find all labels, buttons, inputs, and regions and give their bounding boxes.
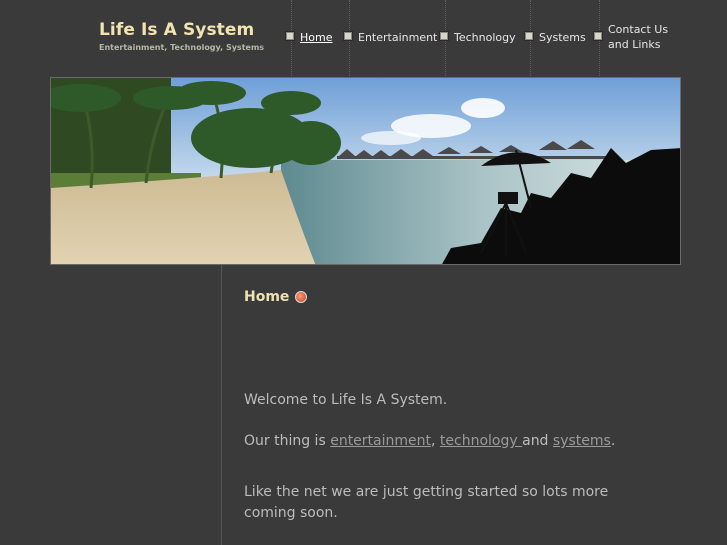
thing-separator: and: [522, 433, 553, 449]
nav-link-entertainment[interactable]: Entertainment: [358, 30, 437, 45]
nav-item-entertainment[interactable]: Entertainment: [343, 30, 437, 45]
nav-link-systems[interactable]: Systems: [539, 30, 586, 45]
nav-link-technology[interactable]: Technology: [454, 30, 516, 45]
thing-paragraph: Our thing is entertainment, technology a…: [244, 431, 664, 452]
square-bullet-icon: [285, 31, 295, 41]
red-circle-icon: [295, 291, 308, 303]
main-nav: Home Entertainment Technology Systems Co…: [0, 0, 727, 76]
nav-item-home[interactable]: Home: [285, 30, 332, 45]
nav-item-technology[interactable]: Technology: [439, 30, 516, 45]
intro-paragraph: Welcome to Life Is A System.: [244, 392, 448, 408]
systems-link[interactable]: systems: [553, 433, 611, 449]
square-bullet-icon: [439, 31, 449, 41]
square-bullet-icon: [593, 31, 603, 41]
nav-link-contact[interactable]: Contact Us and Links: [608, 22, 668, 52]
header-banner-image: [50, 77, 681, 265]
square-bullet-icon: [524, 31, 534, 41]
nav-item-contact[interactable]: Contact Us and Links: [593, 22, 668, 52]
thing-prefix: Our thing is: [244, 433, 331, 449]
page-heading: Home: [244, 289, 308, 305]
nav-link-home[interactable]: Home: [300, 30, 332, 45]
nav-item-systems[interactable]: Systems: [524, 30, 586, 45]
technology-link[interactable]: technology: [440, 433, 522, 449]
page-title: Home: [244, 289, 290, 305]
square-bullet-icon: [343, 31, 353, 41]
closing-paragraph: Like the net we are just getting started…: [244, 484, 609, 521]
thing-suffix: .: [610, 433, 616, 449]
thing-separator: ,: [431, 433, 440, 449]
sidebar-divider: [221, 265, 222, 545]
beach-photo-illustration: [51, 78, 680, 264]
entertainment-link[interactable]: entertainment: [330, 433, 431, 449]
